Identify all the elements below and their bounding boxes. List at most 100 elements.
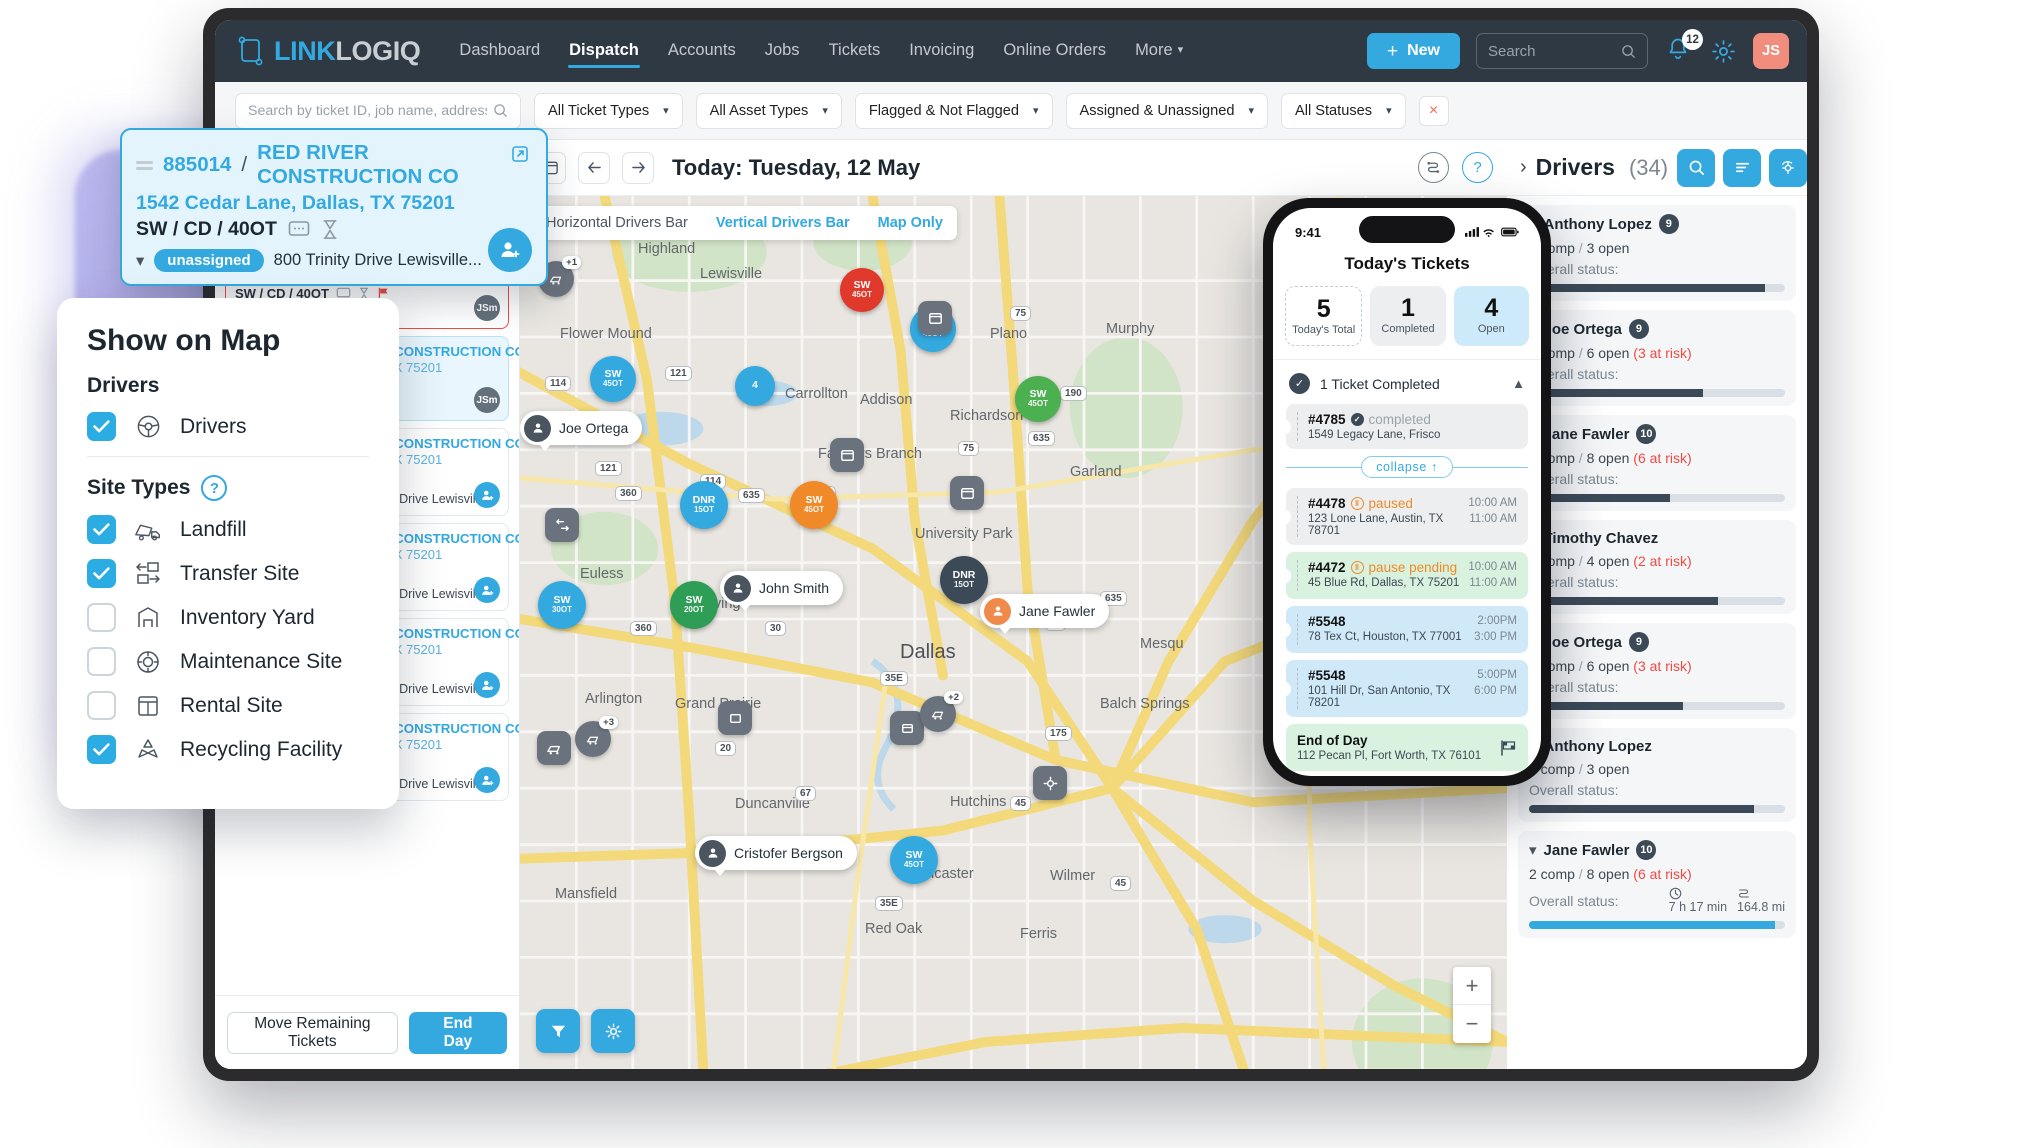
- drivers-refresh-settings-button[interactable]: [1769, 148, 1807, 187]
- route-optimize-icon[interactable]: [1418, 152, 1449, 183]
- map-view-tab[interactable]: Horizontal Drivers Bar: [532, 206, 702, 240]
- map-cluster[interactable]: +2: [920, 691, 963, 732]
- ticket-search-input[interactable]: Search by ticket ID, job name, address, …: [235, 92, 521, 129]
- map-pin[interactable]: SW45OT: [840, 268, 884, 312]
- nav-link-dispatch[interactable]: Dispatch: [568, 35, 640, 68]
- map-pin[interactable]: 4: [735, 366, 775, 406]
- phone-ticket-row[interactable]: #4472 ‖ pause pending 45 Blue Rd, Dallas, T…: [1286, 552, 1528, 600]
- driver-card[interactable]: ▾Jane Fawler102 comp / 8 open (6 at risk…: [1518, 415, 1796, 511]
- phone-stat-total[interactable]: 5 Today's Total: [1285, 286, 1363, 347]
- site-type-row[interactable]: Transfer Site: [87, 559, 369, 588]
- collapse-button[interactable]: collapse ↑: [1361, 456, 1453, 479]
- ticket-row-avatar[interactable]: [474, 482, 500, 508]
- selected-ticket-card[interactable]: 885014 / RED RIVER CONSTRUCTION CO 1542 …: [120, 128, 548, 286]
- map-driver-chip[interactable]: Cristofer Bergson: [695, 836, 857, 876]
- drivers-sort-button[interactable]: [1723, 148, 1762, 187]
- site-type-checkbox[interactable]: [87, 647, 116, 676]
- phone-stat-open[interactable]: 4 Open: [1453, 286, 1529, 347]
- prev-day-button[interactable]: [578, 151, 610, 184]
- nav-link-dashboard[interactable]: Dashboard: [458, 35, 541, 67]
- map-pin[interactable]: SW45OT: [790, 481, 838, 529]
- phone-ticket-row[interactable]: #5548 78 Tex Ct, Houston, TX 77001 2:00PM 3…: [1286, 606, 1528, 654]
- transfer-site-map-icon[interactable]: [718, 701, 752, 735]
- map-pin[interactable]: DNR 15OT: [680, 481, 728, 529]
- transfer-site-map-icon[interactable]: [830, 438, 864, 472]
- phone-ticket-row[interactable]: #5548 101 Hill Dr, San Antonio, TX 78201 5…: [1286, 660, 1528, 718]
- chevron-up-icon[interactable]: ▲: [1512, 376, 1525, 391]
- clear-filters-button[interactable]: ×: [1418, 95, 1449, 126]
- assign-driver-avatar-button[interactable]: [488, 228, 532, 272]
- ticket-row-avatar[interactable]: [474, 767, 500, 793]
- drag-handle-icon[interactable]: [136, 160, 153, 170]
- app-logo[interactable]: LINKLOGIQ: [237, 36, 421, 67]
- map-pin[interactable]: SW45OT: [1015, 376, 1061, 422]
- driver-card[interactable]: ▾Joe Ortega93 comp / 6 open (3 at risk)O…: [1518, 310, 1796, 406]
- move-remaining-tickets-button[interactable]: Move Remaining Tickets: [227, 1011, 398, 1054]
- site-type-checkbox[interactable]: [87, 515, 116, 544]
- nav-link-jobs[interactable]: Jobs: [764, 35, 801, 67]
- end-day-button[interactable]: End Day: [408, 1011, 507, 1054]
- filter-all-ticket-types[interactable]: All Ticket Types ▾: [534, 92, 683, 129]
- map-pin[interactable]: SW45OT: [590, 356, 636, 402]
- comment-icon[interactable]: [288, 220, 310, 240]
- ticket-row-avatar[interactable]: JSm: [474, 387, 500, 413]
- map-pin[interactable]: SW 20OT: [670, 581, 718, 629]
- site-types-help-icon[interactable]: ?: [201, 475, 228, 501]
- settings-button[interactable]: [1710, 38, 1737, 65]
- driver-card[interactable]: ▾Anthony Lopez96 comp / 3 openOverall st…: [1518, 205, 1796, 301]
- map-pin[interactable]: DNR 15OT: [940, 556, 988, 604]
- site-type-checkbox[interactable]: [87, 735, 116, 764]
- filter-assigned-unassigned[interactable]: Assigned & Unassigned ▾: [1065, 92, 1268, 129]
- map-settings-icon[interactable]: [591, 1009, 635, 1053]
- zoom-in-button[interactable]: +: [1453, 967, 1491, 1005]
- new-button[interactable]: + New: [1366, 33, 1460, 69]
- site-type-checkbox[interactable]: [87, 603, 116, 632]
- inventory-yard-map-icon[interactable]: [890, 711, 924, 745]
- phone-stat-comp[interactable]: 1 Completed: [1370, 286, 1446, 347]
- map-pin[interactable]: SW 30OT: [538, 581, 586, 629]
- phone-end-of-day-card[interactable]: End of Day 112 Pecan Pl, Fort Worth, TX …: [1286, 724, 1528, 772]
- filter-all-statuses[interactable]: All Statuses ▾: [1281, 92, 1406, 129]
- ticket-row-avatar[interactable]: [474, 577, 500, 603]
- chevron-down-icon[interactable]: ▾: [136, 251, 144, 271]
- transfer-site-map-icon[interactable]: [950, 476, 984, 510]
- show-on-map-drivers-row[interactable]: Drivers: [87, 412, 369, 441]
- driver-card[interactable]: ▾Jane Fawler102 comp / 8 open (6 at risk…: [1518, 831, 1796, 938]
- driver-card[interactable]: ▾Joe Ortega93 comp / 6 open (3 at risk)O…: [1518, 623, 1796, 719]
- map-view-tab[interactable]: Map Only: [864, 206, 957, 240]
- zoom-out-button[interactable]: −: [1453, 1005, 1491, 1043]
- site-type-checkbox[interactable]: [87, 559, 116, 588]
- phone-ticket-row[interactable]: #4785 ✓ completed 1549 Legacy Lane, Frisco: [1286, 404, 1528, 450]
- nav-link-more[interactable]: More ▾: [1134, 35, 1184, 67]
- filter-all-asset-types[interactable]: All Asset Types ▾: [695, 92, 842, 129]
- site-type-row[interactable]: Maintenance Site: [87, 647, 369, 676]
- ticket-row-avatar[interactable]: [474, 672, 500, 698]
- landfill-map-icon[interactable]: [537, 731, 571, 765]
- maintenance-site-map-icon[interactable]: [1033, 766, 1067, 800]
- site-type-row[interactable]: Rental Site: [87, 691, 369, 720]
- site-type-row[interactable]: Landfill: [87, 515, 369, 544]
- map-driver-chip[interactable]: Jane Fawler: [980, 594, 1110, 634]
- chevron-down-icon[interactable]: ▾: [1529, 841, 1537, 859]
- filter-icon[interactable]: [536, 1009, 580, 1053]
- map-pin[interactable]: SW45OT: [890, 836, 938, 884]
- chevron-right-icon[interactable]: ›: [1520, 156, 1527, 179]
- site-type-row[interactable]: Inventory Yard: [87, 603, 369, 632]
- ticket-row-avatar[interactable]: JSm: [474, 295, 500, 321]
- map-driver-chip[interactable]: John Smith: [720, 571, 844, 611]
- next-day-button[interactable]: [622, 151, 654, 184]
- nav-link-online-orders[interactable]: Online Orders: [1002, 35, 1107, 67]
- filter-flagged-not-flagged[interactable]: Flagged & Not Flagged ▾: [854, 92, 1053, 129]
- phone-completed-section[interactable]: ✓ 1 Ticket Completed ▲: [1273, 359, 1541, 404]
- phone-ticket-row[interactable]: #4478 ‖ paused 123 Lone Lane, Austin, TX 78…: [1286, 488, 1528, 546]
- notifications-button[interactable]: 12: [1664, 29, 1703, 66]
- map-cluster[interactable]: +3: [575, 716, 618, 757]
- drivers-search-button[interactable]: [1677, 148, 1716, 187]
- site-type-row[interactable]: Recycling Facility: [87, 735, 369, 764]
- map-driver-chip[interactable]: Joe Ortega: [520, 411, 643, 451]
- driver-card[interactable]: ▾Anthony Lopez 6 comp / 3 open Overall sta…: [1518, 728, 1796, 822]
- site-type-checkbox[interactable]: [87, 691, 116, 720]
- open-external-icon[interactable]: [510, 144, 530, 164]
- nav-link-invoicing[interactable]: Invoicing: [908, 35, 975, 67]
- transfer-site-map-icon[interactable]: [918, 301, 952, 335]
